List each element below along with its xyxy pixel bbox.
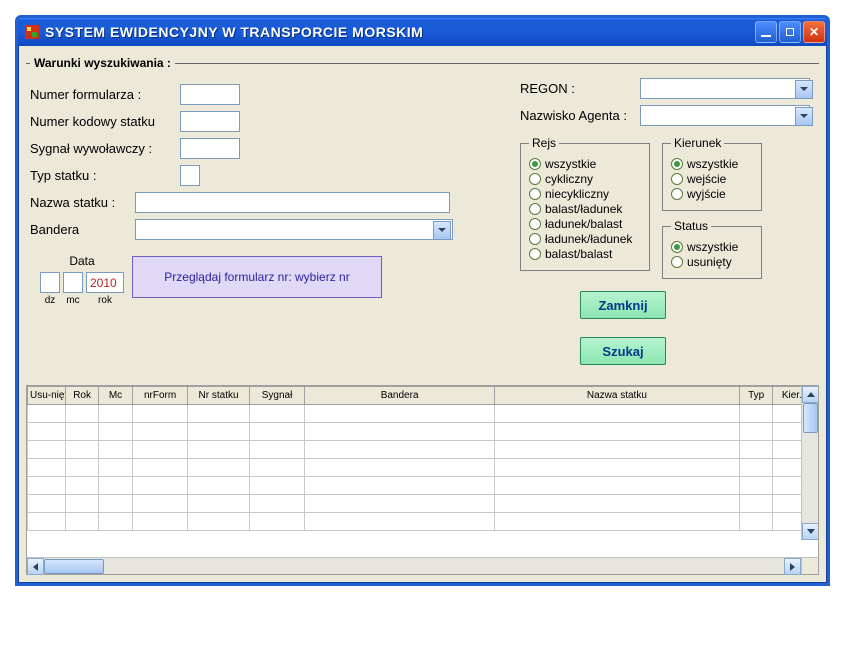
scroll-right-icon[interactable] xyxy=(784,558,801,575)
col-nazwa[interactable]: Nazwa statku xyxy=(494,387,739,405)
scroll-left-icon[interactable] xyxy=(27,558,44,575)
col-sygnal[interactable]: Sygnał xyxy=(249,387,305,405)
radio-icon xyxy=(671,241,683,253)
typ-input[interactable] xyxy=(180,165,200,186)
table-row[interactable] xyxy=(28,495,818,513)
col-typ[interactable]: Typ xyxy=(739,387,772,405)
rejs-ladunek-balast[interactable]: ładunek/balast xyxy=(529,217,641,231)
rejs-balast-ladunek[interactable]: balast/ładunek xyxy=(529,202,641,216)
table-row[interactable] xyxy=(28,441,818,459)
bandera-select[interactable] xyxy=(135,219,453,240)
status-wszystkie[interactable]: wszystkie xyxy=(671,240,753,254)
rejs-legend: Rejs xyxy=(529,136,559,150)
titlebar: SYSTEM EWIDENCYJNY W TRANSPORCIE MORSKIM… xyxy=(18,18,827,46)
radio-icon xyxy=(529,218,541,230)
radio-icon xyxy=(671,158,683,170)
status-usuniety[interactable]: usunięty xyxy=(671,255,753,269)
app-window: SYSTEM EWIDENCYJNY W TRANSPORCIE MORSKIM… xyxy=(15,15,830,586)
date-dz-cap: dz xyxy=(40,295,60,306)
date-group: Data dz mc rok xyxy=(40,254,124,306)
radio-icon xyxy=(671,256,683,268)
table-row[interactable] xyxy=(28,405,818,423)
rejs-group: Rejs wszystkie cykliczny niecykliczny ba… xyxy=(520,136,650,271)
kierunek-group: Kierunek wszystkie wejście wyjście xyxy=(662,136,762,211)
status-legend: Status xyxy=(671,219,711,233)
app-icon xyxy=(24,24,40,40)
col-bandera[interactable]: Bandera xyxy=(305,387,494,405)
kierunek-wszystkie[interactable]: wszystkie xyxy=(671,157,753,171)
scroll-corner xyxy=(801,557,818,574)
regon-select[interactable] xyxy=(640,78,810,99)
col-nrstatku[interactable]: Nr statku xyxy=(188,387,249,405)
results-grid[interactable]: Usu-nięty Rok Mc nrForm Nr statku Sygnał… xyxy=(27,386,818,531)
rejs-cykliczny[interactable]: cykliczny xyxy=(529,172,641,186)
radio-icon xyxy=(671,188,683,200)
table-row[interactable] xyxy=(28,513,818,531)
numer-formularza-label: Numer formularza : xyxy=(30,87,180,102)
client-area: Warunki wyszukiwania : Numer formularza … xyxy=(18,46,827,583)
zamknij-button[interactable]: Zamknij xyxy=(580,291,666,319)
radio-icon xyxy=(529,173,541,185)
scroll-down-icon[interactable] xyxy=(802,523,818,540)
date-mc-input[interactable] xyxy=(63,272,83,293)
date-rok-input[interactable] xyxy=(86,272,124,293)
agent-label: Nazwisko Agenta : xyxy=(520,108,640,123)
window-title: SYSTEM EWIDENCYJNY W TRANSPORCIE MORSKIM xyxy=(45,24,755,40)
rejs-ladunek-ladunek[interactable]: ładunek/ładunek xyxy=(529,232,641,246)
maximize-button[interactable] xyxy=(779,21,801,43)
table-row[interactable] xyxy=(28,459,818,477)
numer-kodowy-label: Numer kodowy statku xyxy=(30,114,180,129)
radio-icon xyxy=(529,158,541,170)
sygnal-input[interactable] xyxy=(180,138,240,159)
radio-icon xyxy=(529,188,541,200)
search-legend: Warunki wyszukiwania : xyxy=(30,56,175,70)
vertical-scrollbar[interactable] xyxy=(801,386,818,540)
col-rok[interactable]: Rok xyxy=(65,387,98,405)
horizontal-scrollbar[interactable] xyxy=(27,557,801,574)
szukaj-button[interactable]: Szukaj xyxy=(580,337,666,365)
bandera-label: Bandera xyxy=(30,222,135,237)
table-row[interactable] xyxy=(28,423,818,441)
nazwa-statku-label: Nazwa statku : xyxy=(30,195,135,210)
rejs-niecykliczny[interactable]: niecykliczny xyxy=(529,187,641,201)
table-row[interactable] xyxy=(28,477,818,495)
close-window-button[interactable]: ✕ xyxy=(803,21,825,43)
radio-icon xyxy=(671,173,683,185)
radio-icon xyxy=(529,248,541,260)
radio-icon xyxy=(529,233,541,245)
nazwa-statku-input[interactable] xyxy=(135,192,450,213)
kierunek-legend: Kierunek xyxy=(671,136,724,150)
numer-formularza-input[interactable] xyxy=(180,84,240,105)
col-usuniety[interactable]: Usu-nięty xyxy=(28,387,66,405)
minimize-button[interactable] xyxy=(755,21,777,43)
numer-kodowy-input[interactable] xyxy=(180,111,240,132)
typ-label: Typ statku : xyxy=(30,168,180,183)
sygnal-label: Sygnał wywoławczy : xyxy=(30,141,180,156)
date-dz-input[interactable] xyxy=(40,272,60,293)
search-conditions-group: Warunki wyszukiwania : Numer formularza … xyxy=(26,56,819,377)
radio-icon xyxy=(529,203,541,215)
col-nrform[interactable]: nrForm xyxy=(132,387,188,405)
agent-select[interactable] xyxy=(640,105,810,126)
col-mc[interactable]: Mc xyxy=(99,387,132,405)
date-label: Data xyxy=(69,254,94,268)
scroll-thumb[interactable] xyxy=(44,559,104,574)
rejs-balast-balast[interactable]: balast/balast xyxy=(529,247,641,261)
date-rok-cap: rok xyxy=(86,295,124,306)
browse-form-button[interactable]: Przeglądaj formularz nr: wybierz nr xyxy=(132,256,382,298)
status-group: Status wszystkie usunięty xyxy=(662,219,762,279)
kierunek-wyjscie[interactable]: wyjście xyxy=(671,187,753,201)
regon-label: REGON : xyxy=(520,81,640,96)
scroll-thumb[interactable] xyxy=(803,403,818,433)
scroll-up-icon[interactable] xyxy=(802,386,818,403)
kierunek-wejscie[interactable]: wejście xyxy=(671,172,753,186)
date-mc-cap: mc xyxy=(63,295,83,306)
results-table: Usu-nięty Rok Mc nrForm Nr statku Sygnał… xyxy=(26,385,819,575)
rejs-wszystkie[interactable]: wszystkie xyxy=(529,157,641,171)
